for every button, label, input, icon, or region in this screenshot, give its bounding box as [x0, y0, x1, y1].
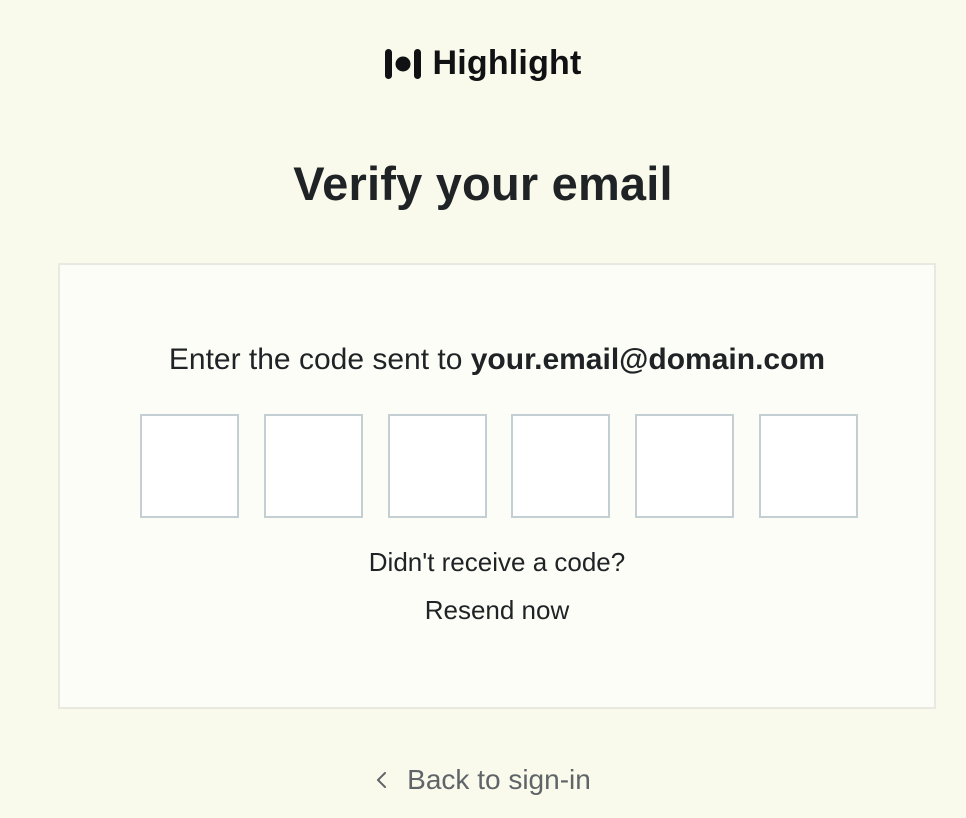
code-instruction: Enter the code sent to your.email@domain…	[60, 343, 934, 377]
page-title: Verify your email	[293, 157, 673, 210]
code-digit-input-5[interactable]	[635, 414, 735, 518]
brand-header: Highlight	[0, 44, 966, 83]
highlight-logo-icon	[385, 48, 422, 79]
code-digit-input-2[interactable]	[263, 414, 363, 518]
code-input-group	[140, 414, 858, 518]
verify-card: Enter the code sent to your.email@domain…	[58, 263, 936, 709]
chevron-left-icon	[377, 772, 387, 788]
code-digit-input-3[interactable]	[387, 414, 487, 518]
verify-email-page: Highlight Verify your email Enter the co…	[0, 0, 966, 818]
brand-name: Highlight	[432, 44, 582, 82]
code-digit-input-4[interactable]	[511, 414, 611, 518]
resend-link[interactable]: Resend now	[425, 595, 570, 625]
no-code-text: Didn't receive a code?	[368, 547, 626, 577]
code-digit-input-1[interactable]	[140, 414, 239, 518]
recipient-email: your.email@domain.com	[470, 343, 826, 376]
instruction-text: Enter the code sent to	[168, 343, 463, 376]
code-digit-input-6[interactable]	[758, 414, 858, 518]
back-to-sign-in-link[interactable]: Back to sign-in	[0, 764, 966, 796]
back-to-sign-in-label: Back to sign-in	[407, 764, 591, 795]
resend-container: Resend now	[60, 595, 934, 626]
